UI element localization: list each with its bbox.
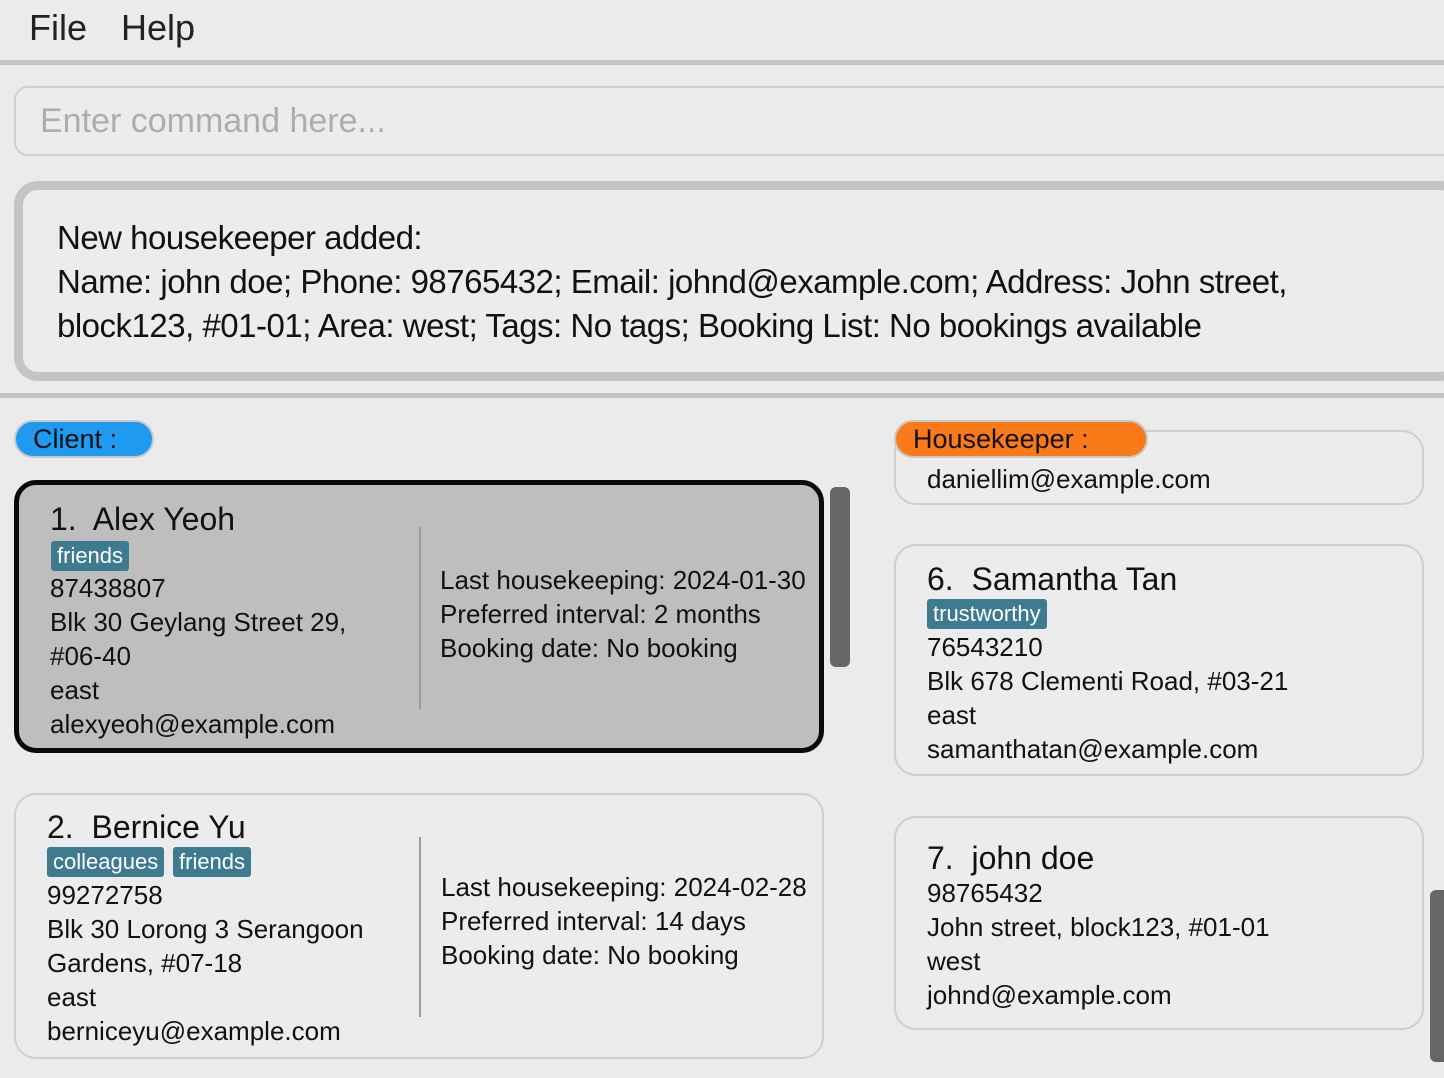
client-name: 1. Alex Yeoh: [50, 499, 235, 539]
client-phone: 99272758: [47, 880, 163, 910]
tag-badge: friends: [51, 541, 130, 571]
client-email: berniceyu@example.com: [47, 1016, 341, 1046]
client-address-cont: Gardens, #07-18: [47, 948, 243, 978]
booking-date: Booking date: No booking: [441, 940, 739, 970]
tag-badge: friends: [173, 847, 252, 877]
client-address: Blk 30 Lorong 3 Serangoon: [47, 914, 364, 944]
housekeeper-email: daniellim@example.com: [927, 464, 1211, 494]
preferred-interval: Preferred interval: 2 months: [440, 599, 761, 629]
menu-help[interactable]: Help: [121, 6, 195, 50]
housekeeper-index: 7.: [927, 840, 954, 876]
section-divider: [0, 393, 1444, 398]
client-area: east: [50, 675, 100, 705]
result-line: New housekeeper added:: [57, 219, 423, 256]
client-address: Blk 30 Geylang Street 29,: [50, 607, 347, 637]
result-line: block123, #01-01; Area: west; Tags: No t…: [57, 307, 1202, 344]
client-card[interactable]: 1. Alex Yeoh friends 87438807 Blk 30 Gey…: [14, 480, 824, 753]
housekeeper-list-scrollbar[interactable]: [1430, 890, 1444, 1062]
tag-badge: trustworthy: [927, 599, 1047, 629]
client-section-label: Client :: [14, 420, 154, 458]
client-email: alexyeoh@example.com: [50, 709, 336, 739]
client-card[interactable]: 2. Bernice Yu colleagues friends 9927275…: [14, 793, 824, 1059]
client-list-scrollbar[interactable]: [830, 487, 850, 667]
client-phone: 87438807: [50, 573, 166, 603]
housekeeper-card[interactable]: 7. john doe 98765432 John street, block1…: [894, 816, 1424, 1030]
housekeeper-area: west: [927, 946, 981, 976]
housekeeper-section-label: Housekeeper :: [894, 420, 1148, 458]
app-window: File Help New housekeeper added: Name: j…: [0, 0, 1444, 1078]
result-message: New housekeeper added: Name: john doe; P…: [57, 216, 1347, 348]
client-name-text: Bernice Yu: [91, 809, 246, 845]
card-separator: [419, 837, 421, 1017]
client-index: 2.: [47, 809, 74, 845]
client-address-cont: #06-40: [50, 641, 131, 671]
command-input[interactable]: [14, 86, 1444, 156]
last-housekeeping: Last housekeeping: 2024-02-28: [441, 872, 807, 902]
result-display: New housekeeper added: Name: john doe; P…: [14, 181, 1444, 381]
housekeeper-name-text: Samantha Tan: [971, 561, 1178, 597]
housekeeper-index: 6.: [927, 561, 954, 597]
card-separator: [419, 527, 421, 709]
last-housekeeping: Last housekeeping: 2024-01-30: [440, 565, 806, 595]
housekeeper-name-text: john doe: [971, 840, 1095, 876]
result-line: Name: john doe; Phone: 98765432; Email: …: [57, 263, 1287, 300]
housekeeper-area: east: [927, 700, 977, 730]
housekeeper-address: Blk 678 Clementi Road, #03-21: [927, 666, 1289, 696]
tag-badge: colleagues: [47, 847, 165, 877]
housekeeper-phone: 76543210: [927, 632, 1043, 662]
booking-date: Booking date: No booking: [440, 633, 738, 663]
housekeeper-email: johnd@example.com: [927, 980, 1172, 1010]
housekeeper-card[interactable]: 6. Samantha Tan trustworthy 76543210 Blk…: [894, 544, 1424, 776]
client-name-text: Alex Yeoh: [92, 501, 236, 537]
menu-bar: File Help: [0, 0, 1444, 65]
menu-file[interactable]: File: [29, 6, 87, 50]
client-name: 2. Bernice Yu: [47, 807, 246, 847]
client-area: east: [47, 982, 97, 1012]
housekeeper-phone: 98765432: [927, 878, 1043, 908]
preferred-interval: Preferred interval: 14 days: [441, 906, 746, 936]
client-index: 1.: [50, 501, 77, 537]
housekeeper-address: John street, block123, #01-01: [927, 912, 1270, 942]
housekeeper-name: 6. Samantha Tan: [927, 559, 1177, 599]
housekeeper-email: samanthatan@example.com: [927, 734, 1259, 764]
housekeeper-name: 7. john doe: [927, 838, 1094, 878]
